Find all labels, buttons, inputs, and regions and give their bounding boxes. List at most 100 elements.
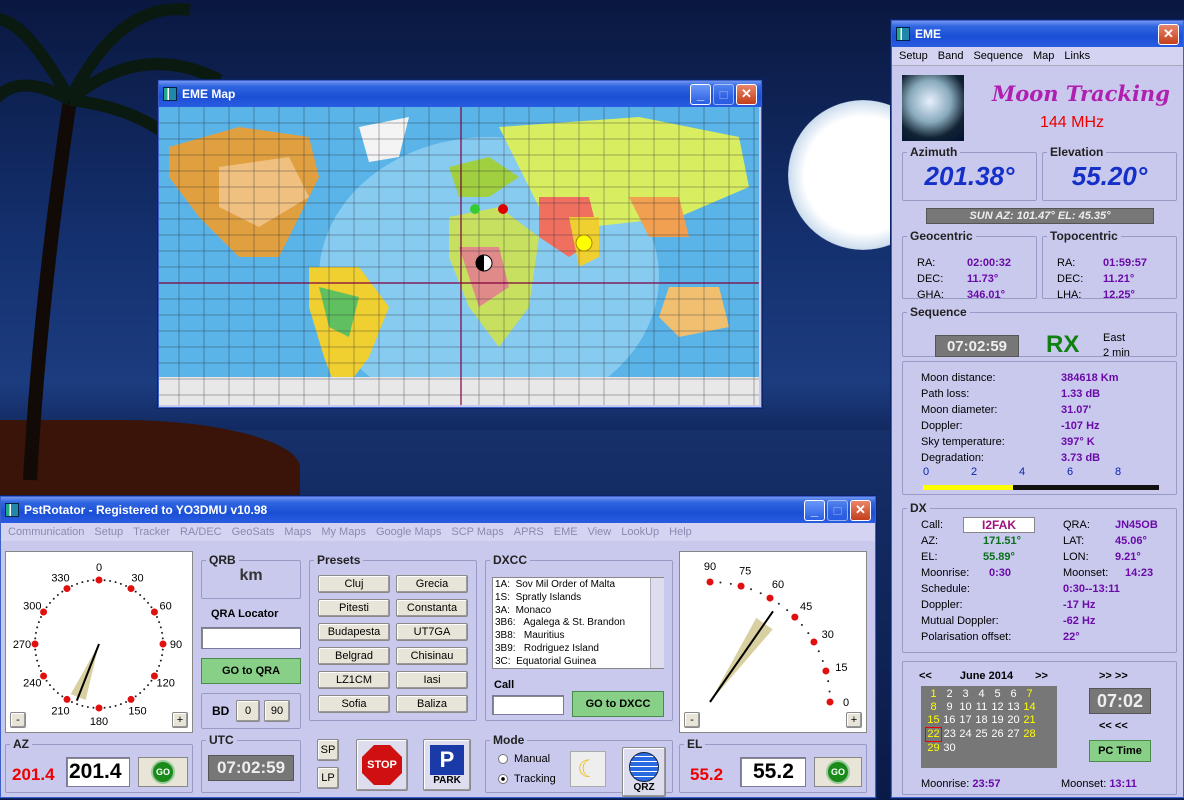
calendar-day[interactable]: 21: [1022, 714, 1038, 728]
go-to-dxcc-button[interactable]: GO to DXCC: [572, 691, 664, 717]
menu-geosats[interactable]: GeoSats: [232, 526, 275, 538]
radio-tracking[interactable]: [498, 774, 508, 785]
calendar-day[interactable]: 2: [942, 688, 958, 701]
calendar-day[interactable]: 28: [1022, 728, 1038, 742]
calendar-day[interactable]: 4: [974, 688, 990, 701]
preset-button-cluj[interactable]: Cluj: [318, 575, 390, 593]
stop-button[interactable]: STOP: [356, 739, 408, 791]
dxcc-list-item[interactable]: 1A: Sov Mil Order of Malta: [495, 579, 661, 592]
preset-button-chisinau[interactable]: Chisinau: [396, 647, 468, 665]
mode-manual[interactable]: Manual: [498, 753, 550, 765]
menu-setup[interactable]: Setup: [899, 50, 928, 62]
close-button[interactable]: ✕: [736, 83, 757, 105]
preset-button-baliza[interactable]: Baliza: [396, 695, 468, 713]
calendar-day[interactable]: 29: [926, 742, 942, 756]
menu-eme[interactable]: EME: [554, 526, 578, 538]
bd-90-button[interactable]: 90: [264, 700, 290, 722]
menu-sequence[interactable]: Sequence: [973, 50, 1023, 62]
pstrotator-titlebar[interactable]: PstRotator - Registered to YO3DMU v10.98…: [1, 497, 875, 523]
calendar-day[interactable]: 25: [974, 728, 990, 742]
calendar-day[interactable]: 12: [990, 701, 1006, 714]
qra-locator-input[interactable]: [201, 627, 301, 649]
menu-band[interactable]: Band: [938, 50, 964, 62]
calendar-next-button[interactable]: >>: [1035, 670, 1048, 682]
preset-button-pitesti[interactable]: Pitesti: [318, 599, 390, 617]
calendar-day[interactable]: [990, 742, 1006, 756]
calendar-day[interactable]: 7: [1022, 688, 1038, 701]
maximize-button[interactable]: □: [713, 83, 734, 105]
calendar-day[interactable]: 9: [942, 701, 958, 714]
dxcc-list-item[interactable]: 3B9: Rodriguez Island: [495, 643, 661, 656]
el-plus-button[interactable]: +: [846, 712, 862, 728]
mode-tracking[interactable]: Tracking: [498, 773, 556, 785]
calendar-day[interactable]: 30: [942, 742, 958, 756]
calendar-day[interactable]: 22: [925, 727, 942, 742]
time-down-buttons[interactable]: << <<: [1099, 720, 1128, 732]
calendar-day[interactable]: 13: [1006, 701, 1022, 714]
calendar-day[interactable]: 6: [1006, 688, 1022, 701]
calendar-prev-button[interactable]: <<: [919, 670, 932, 682]
calendar-day[interactable]: 5: [990, 688, 1006, 701]
el-input[interactable]: 55.2: [740, 757, 806, 787]
calendar-day[interactable]: 26: [990, 728, 1006, 742]
menu-google-maps[interactable]: Google Maps: [376, 526, 441, 538]
el-go-button[interactable]: GO: [814, 757, 862, 787]
preset-button-belgrad[interactable]: Belgrad: [318, 647, 390, 665]
pc-time-button[interactable]: PC Time: [1089, 740, 1151, 762]
qrz-button[interactable]: QRZ: [622, 747, 666, 797]
preset-button-grecia[interactable]: Grecia: [396, 575, 468, 593]
dxcc-list-item[interactable]: 3A: Monaco: [495, 605, 661, 618]
dxcc-scrollbar[interactable]: [650, 578, 664, 668]
calendar-grid[interactable]: 1 2 3 4 5 6 7 8 9 10 11 12 13 14 15 16 17 18 19 20 21 22 23 24 2…: [921, 686, 1057, 768]
dxcc-list-item[interactable]: 3C: Equatorial Guinea: [495, 656, 661, 668]
preset-button-sofia[interactable]: Sofia: [318, 695, 390, 713]
calendar-day[interactable]: 1: [926, 688, 942, 701]
dxcc-list[interactable]: 1A: Sov Mil Order of Malta 1S: Spratly Is…: [492, 577, 664, 669]
close-button[interactable]: ✕: [850, 499, 871, 521]
eme-titlebar[interactable]: EME ✕: [892, 21, 1183, 47]
menu-lookup[interactable]: LookUp: [621, 526, 659, 538]
minimize-button[interactable]: _: [690, 83, 711, 105]
minimize-button[interactable]: _: [804, 499, 825, 521]
calendar-day[interactable]: 16: [942, 714, 958, 728]
menu-my-maps[interactable]: My Maps: [321, 526, 366, 538]
az-go-button[interactable]: GO: [138, 757, 188, 787]
menu-help[interactable]: Help: [669, 526, 692, 538]
menu-setup[interactable]: Setup: [94, 526, 123, 538]
az-plus-button[interactable]: +: [172, 712, 188, 728]
calendar-day[interactable]: [974, 742, 990, 756]
menu-map[interactable]: Map: [1033, 50, 1054, 62]
world-map[interactable]: [159, 107, 759, 405]
calendar-day[interactable]: 18: [974, 714, 990, 728]
menu-view[interactable]: View: [588, 526, 612, 538]
calendar-day[interactable]: 14: [1022, 701, 1038, 714]
lp-button[interactable]: LP: [317, 767, 339, 789]
calendar-day[interactable]: 19: [990, 714, 1006, 728]
menu-tracker[interactable]: Tracker: [133, 526, 170, 538]
close-button[interactable]: ✕: [1158, 23, 1179, 45]
el-minus-button[interactable]: -: [684, 712, 700, 728]
dxcc-list-item[interactable]: 1S: Spratly Islands: [495, 592, 661, 605]
calendar-day[interactable]: 17: [958, 714, 974, 728]
calendar-day[interactable]: [1006, 742, 1022, 756]
menu-communication[interactable]: Communication: [8, 526, 84, 538]
calendar-day[interactable]: 23: [942, 728, 958, 742]
park-button[interactable]: P PARK: [423, 739, 471, 791]
calendar-day[interactable]: [1022, 742, 1038, 756]
radio-manual[interactable]: [498, 754, 508, 765]
bd-0-button[interactable]: 0: [236, 700, 260, 722]
calendar-day[interactable]: 15: [926, 714, 942, 728]
menu-maps[interactable]: Maps: [284, 526, 311, 538]
calendar-day[interactable]: 10: [958, 701, 974, 714]
calendar-day[interactable]: 20: [1006, 714, 1022, 728]
az-input[interactable]: 201.4: [66, 757, 130, 787]
dx-call-input[interactable]: I2FAK: [963, 517, 1035, 533]
dxcc-list-item[interactable]: 3B6: Agalega & St. Brandon: [495, 617, 661, 630]
menu-aprs[interactable]: APRS: [514, 526, 544, 538]
go-to-qra-button[interactable]: GO to QRA: [201, 658, 301, 684]
az-minus-button[interactable]: -: [10, 712, 26, 728]
calendar-day[interactable]: 11: [974, 701, 990, 714]
calendar-day[interactable]: 3: [958, 688, 974, 701]
sp-button[interactable]: SP: [317, 739, 339, 761]
preset-button-lz1cm[interactable]: LZ1CM: [318, 671, 390, 689]
